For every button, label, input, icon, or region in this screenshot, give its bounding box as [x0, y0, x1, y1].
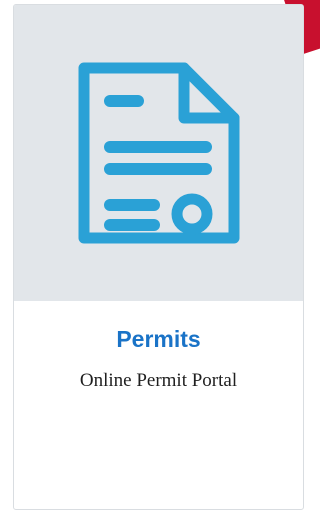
- card-subtitle: Online Permit Portal: [79, 370, 238, 391]
- document-icon: [78, 62, 239, 244]
- permits-card[interactable]: Permits Online Permit Portal: [13, 4, 304, 510]
- page: Permits Online Permit Portal: [0, 0, 320, 516]
- card-media: [14, 5, 303, 301]
- card-body: Permits Online Permit Portal: [14, 301, 303, 393]
- card-title[interactable]: Permits: [14, 325, 303, 353]
